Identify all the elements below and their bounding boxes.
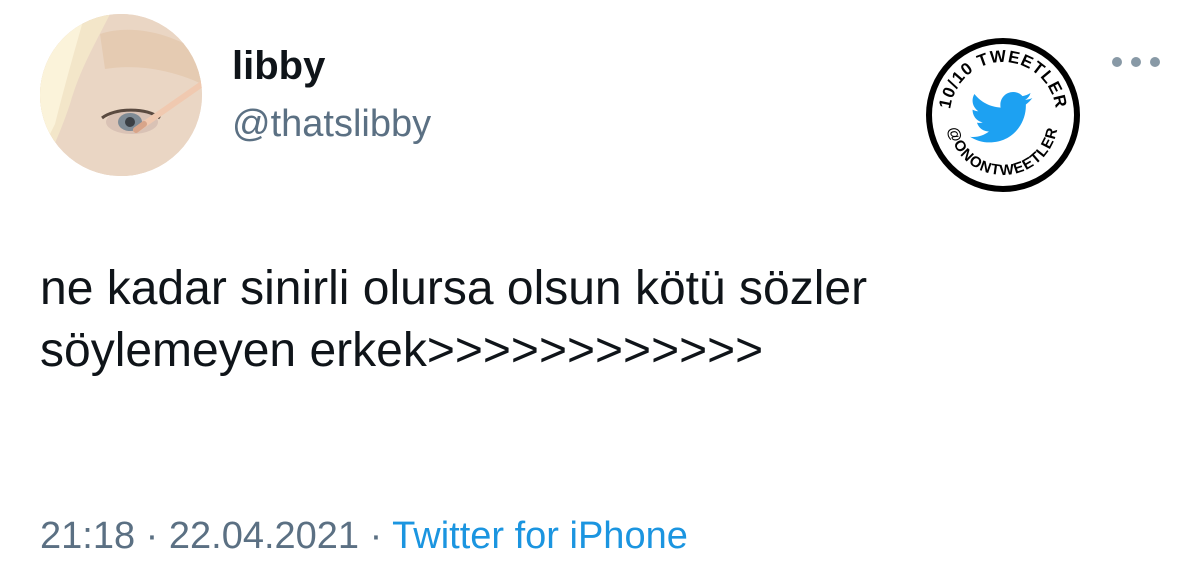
- meta-separator: ·: [135, 515, 169, 557]
- more-dots-icon: [1112, 57, 1122, 67]
- more-dots-icon: [1150, 57, 1160, 67]
- tweet-date[interactable]: 22.04.2021: [169, 515, 359, 557]
- ononTweetler-badge: 10/10 TWEETLER @ONONTWEETLER: [924, 36, 1082, 194]
- tweet-source-link[interactable]: Twitter for iPhone: [392, 515, 688, 557]
- tweet-time[interactable]: 21:18: [40, 515, 135, 557]
- meta-separator: ·: [359, 515, 393, 557]
- tweet-text: ne kadar sinirli olursa olsun kötü sözle…: [40, 262, 868, 377]
- tweet-meta: 21:18 · 22.04.2021 · Twitter for iPhone: [40, 512, 688, 560]
- avatar[interactable]: [40, 14, 202, 176]
- author-handle[interactable]: @thatslibby: [232, 100, 431, 148]
- more-dots-icon: [1131, 57, 1141, 67]
- author-display-name[interactable]: libby: [232, 42, 325, 90]
- more-options-button[interactable]: [1112, 50, 1160, 74]
- avatar-photo: [40, 14, 202, 176]
